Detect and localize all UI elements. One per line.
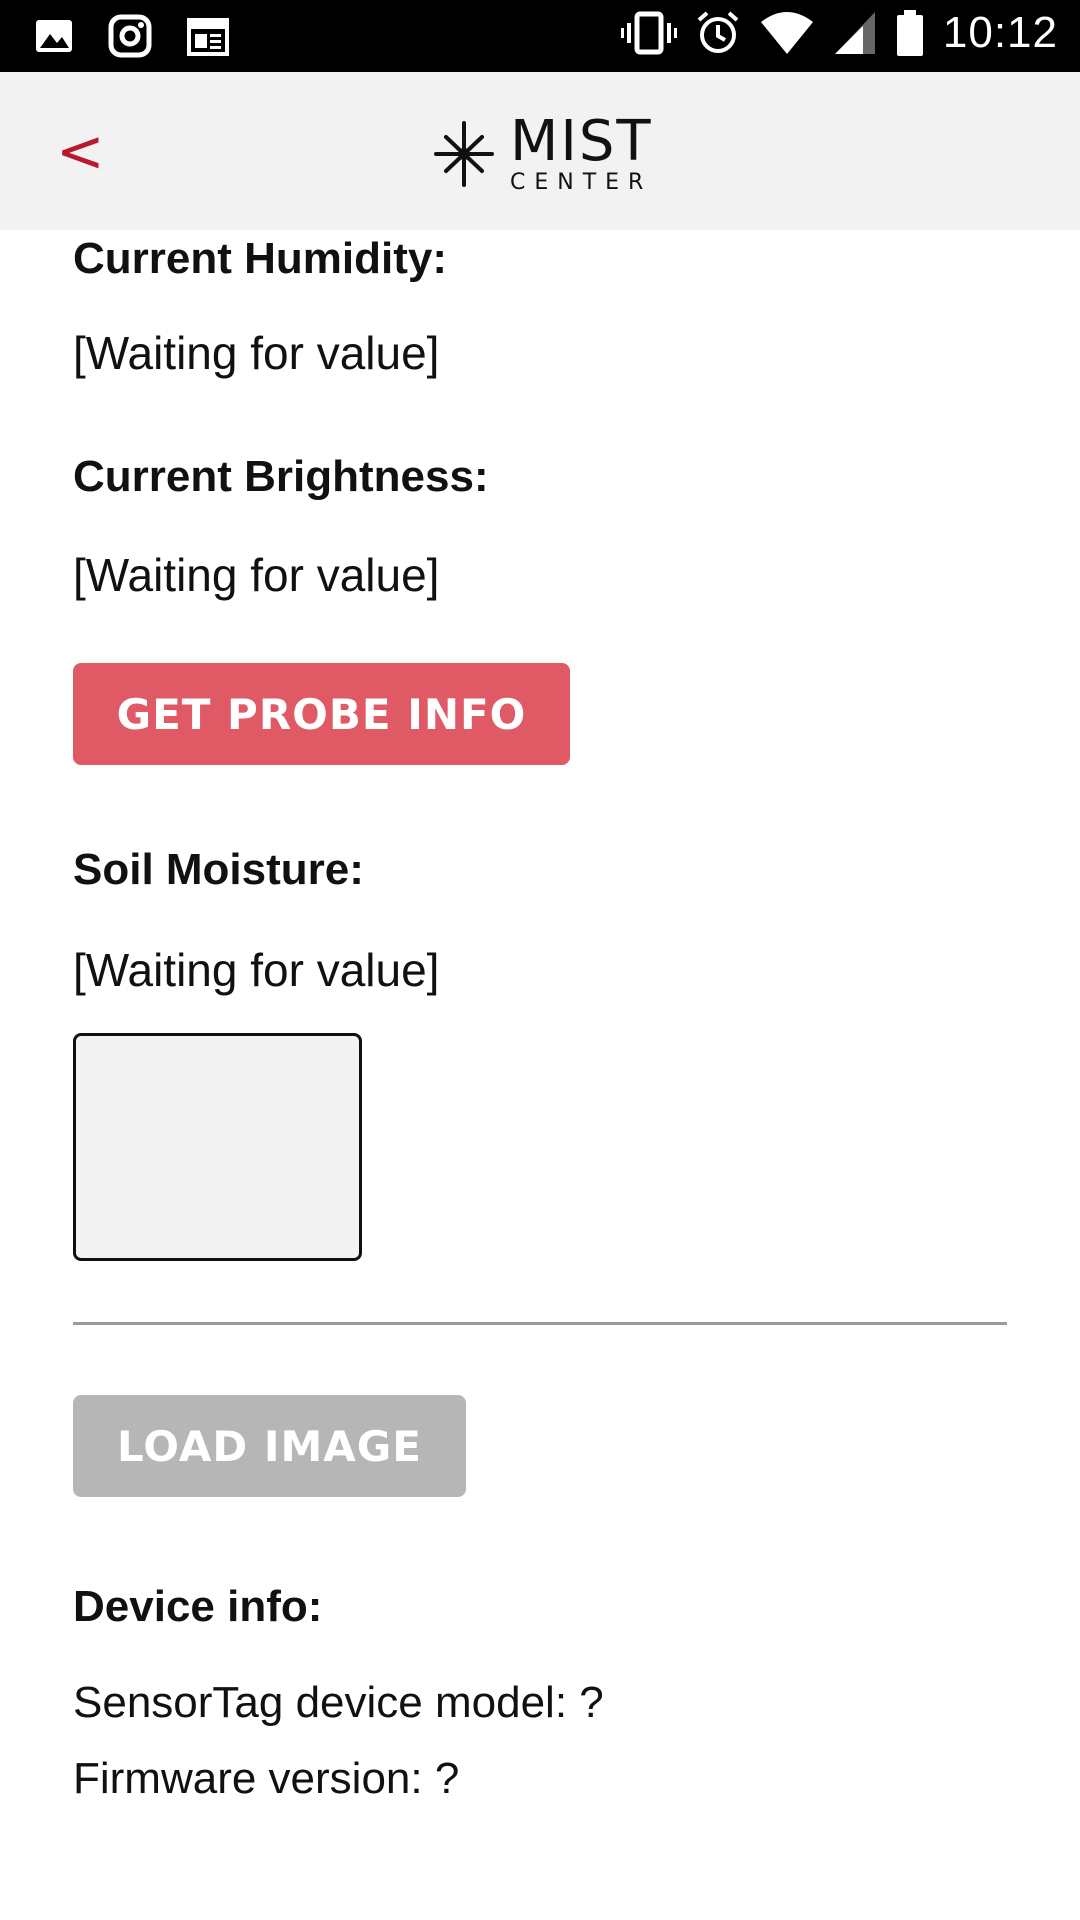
get-probe-info-button[interactable]: GET PROBE INFO [73,663,570,765]
logo-sub-text: CENTER [510,170,653,195]
vibrate-icon [620,11,677,55]
calendar-icon [187,18,229,56]
status-bar: 10:12 [0,0,1080,72]
app-header: < MIST CENTER [0,72,1080,230]
image-preview [73,1033,362,1261]
status-time: 10:12 [942,8,1058,57]
instagram-icon [108,14,152,58]
soil-moisture-value: [Waiting for value] [73,944,440,996]
divider [73,1322,1007,1325]
logo: MIST CENTER [432,112,653,196]
device-model-text: SensorTag device model: ? [73,1678,604,1727]
logo-main-text: MIST [510,109,653,174]
brightness-label: Current Brightness: [73,452,489,501]
device-info-title: Device info: [73,1582,323,1631]
back-button[interactable]: < [56,116,116,186]
soil-moisture-label: Soil Moisture: [73,845,364,894]
humidity-value: [Waiting for value] [73,327,440,379]
brightness-value: [Waiting for value] [73,549,440,601]
star-icon [434,121,494,187]
firmware-version-text: Firmware version: ? [73,1754,460,1803]
wifi-icon [760,12,813,54]
load-image-button[interactable]: LOAD IMAGE [73,1395,466,1497]
humidity-label: Current Humidity: [73,234,447,283]
cell-signal-icon [834,12,875,54]
battery-icon [896,10,923,56]
alarm-icon [697,11,739,53]
image-icon [36,20,72,52]
